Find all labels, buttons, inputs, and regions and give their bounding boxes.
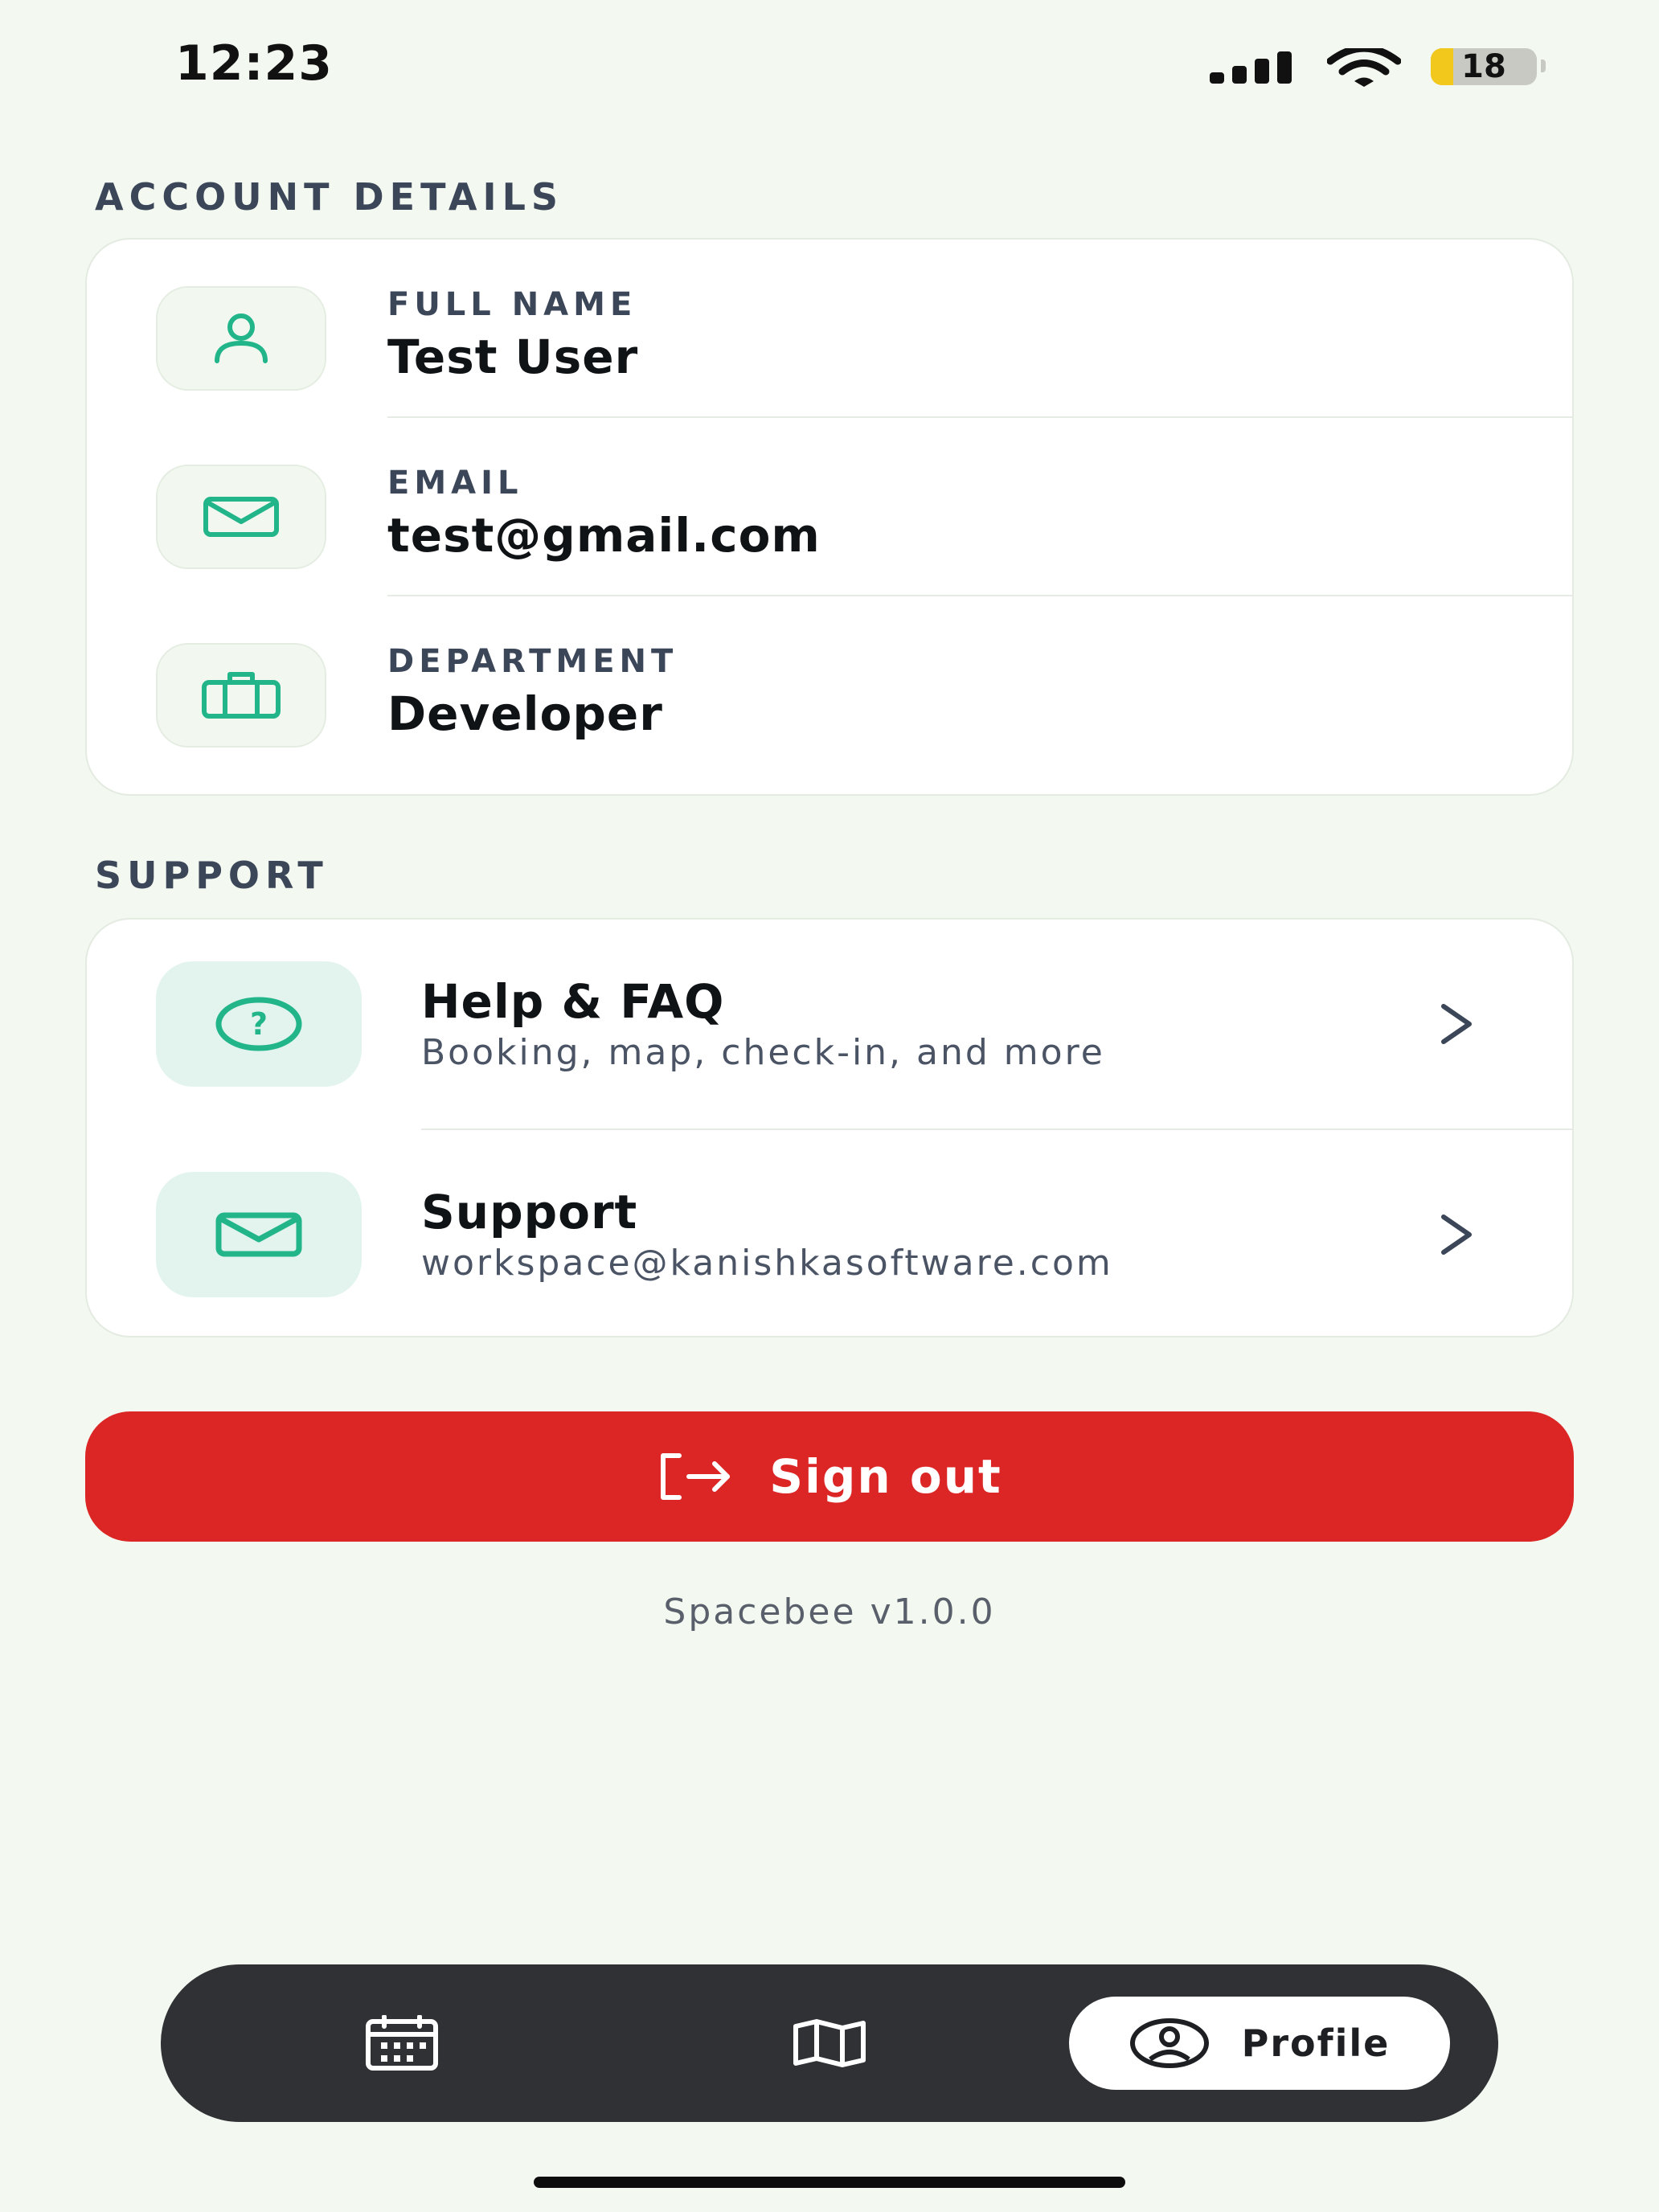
tab-profile[interactable]: Profile <box>1069 1997 1450 2090</box>
email-label: EMAIL <box>387 465 523 502</box>
account-card: FULL NAME Test User EMAIL test@gmail.com… <box>85 238 1574 796</box>
bottom-tab-bar: Profile <box>161 1964 1498 2122</box>
help-faq-subtitle: Booking, map, check-in, and more <box>421 1032 1105 1073</box>
logout-icon <box>661 1453 731 1500</box>
home-indicator <box>534 2177 1125 2188</box>
account-section-title: ACCOUNT DETAILS <box>95 175 564 219</box>
user-icon <box>156 286 326 391</box>
support-card: ? Help & FAQ Booking, map, check-in, and… <box>85 918 1574 1337</box>
tab-calendar[interactable] <box>346 1964 458 2122</box>
battery-level: 18 <box>1461 48 1506 85</box>
email-row: EMAIL test@gmail.com <box>87 418 1572 596</box>
support-section-title: SUPPORT <box>95 854 329 897</box>
email-value: test@gmail.com <box>387 508 821 563</box>
help-faq-title: Help & FAQ <box>421 974 725 1029</box>
full-name-row: FULL NAME Test User <box>87 240 1572 418</box>
mail-icon <box>156 1172 362 1297</box>
department-value: Developer <box>387 686 663 741</box>
chevron-right-icon <box>1441 1215 1472 1255</box>
app-version: Spacebee v1.0.0 <box>663 1591 996 1632</box>
svg-text:?: ? <box>250 1006 268 1042</box>
status-time: 12:23 <box>175 35 333 92</box>
support-title: Support <box>421 1185 638 1239</box>
help-faq-item[interactable]: ? Help & FAQ Booking, map, check-in, and… <box>87 920 1572 1130</box>
briefcase-icon <box>156 643 326 748</box>
signal-icon <box>1210 51 1292 84</box>
sign-out-label: Sign out <box>769 1449 1002 1504</box>
support-item[interactable]: Support workspace@kanishkasoftware.com <box>87 1130 1572 1341</box>
map-icon <box>793 2019 866 2067</box>
calendar-icon <box>366 2015 438 2071</box>
chevron-right-icon <box>1441 1004 1472 1044</box>
help-circle-icon: ? <box>156 961 362 1087</box>
tab-profile-label: Profile <box>1241 2022 1391 2065</box>
tab-map[interactable] <box>773 1964 886 2122</box>
battery-indicator: 18 <box>1431 48 1537 85</box>
profile-icon <box>1129 2018 1209 2068</box>
status-icons: 18 <box>1210 47 1547 88</box>
support-subtitle: workspace@kanishkasoftware.com <box>421 1243 1113 1284</box>
department-row: DEPARTMENT Developer <box>87 596 1572 775</box>
wifi-icon <box>1327 48 1401 87</box>
full-name-label: FULL NAME <box>387 286 637 323</box>
department-label: DEPARTMENT <box>387 643 678 680</box>
sign-out-button[interactable]: Sign out <box>85 1411 1574 1542</box>
mail-icon <box>156 465 326 569</box>
full-name-value: Test User <box>387 330 639 384</box>
